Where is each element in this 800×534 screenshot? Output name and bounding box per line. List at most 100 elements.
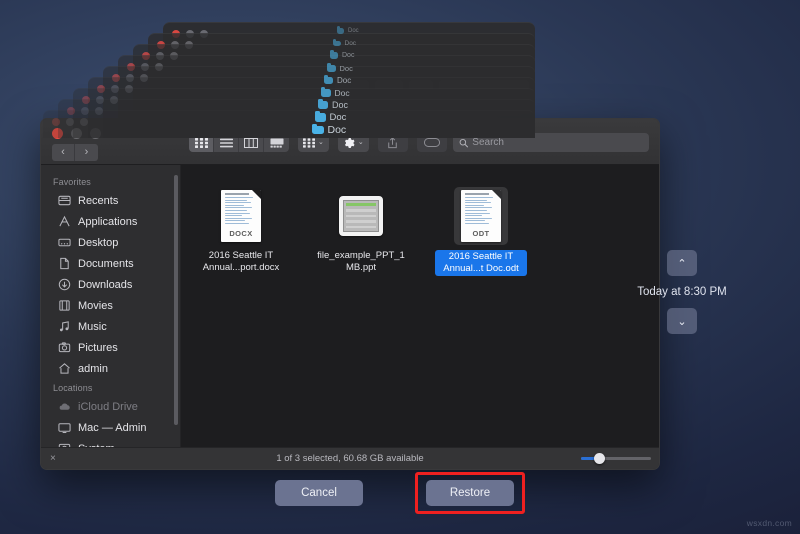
file-thumbnail[interactable] xyxy=(334,187,388,245)
sidebar-item-mac-admin[interactable]: Mac — Admin xyxy=(41,417,180,438)
forward-button[interactable]: › xyxy=(75,144,98,161)
stacked-window-folder-title: Doc xyxy=(337,26,359,34)
stacked-window-traffic-lights xyxy=(52,118,88,126)
sidebar-item-label: Downloads xyxy=(78,278,133,291)
watermark: wsxdn.com xyxy=(746,518,792,528)
sidebar-item-label: Pictures xyxy=(78,341,118,354)
slider-knob[interactable] xyxy=(594,453,605,464)
share-icon xyxy=(388,136,398,148)
file-icon-grid: DOCX 2016 Seattle IT Annual...port.docx fi… xyxy=(195,187,659,276)
sidebar-item-label: Desktop xyxy=(78,236,119,249)
timeline-previous-button[interactable]: ⌃ xyxy=(667,250,697,276)
sidebar-item-label: Recents xyxy=(78,194,119,207)
stacked-window-folder-title: Doc xyxy=(315,111,347,123)
file-item[interactable]: DOCX 2016 Seattle IT Annual...port.docx xyxy=(195,187,287,276)
stacked-window-folder-title: Doc xyxy=(333,38,357,47)
file-thumbnail[interactable]: ODT xyxy=(454,187,508,245)
downloads-icon xyxy=(57,278,71,292)
folder-icon xyxy=(315,111,326,122)
sidebar-item-label: Applications xyxy=(78,215,138,228)
file-browser-content[interactable]: DOCX 2016 Seattle IT Annual...port.docx fi… xyxy=(181,165,659,447)
sidebar-item-admin[interactable]: admin xyxy=(41,358,180,379)
tag-icon xyxy=(423,138,440,147)
back-button[interactable]: ‹ xyxy=(52,144,75,161)
folder-icon xyxy=(337,26,344,34)
stacked-window-folder-title: Doc xyxy=(324,74,352,85)
restore-button[interactable]: Restore xyxy=(426,480,514,506)
file-format-badge: DOCX xyxy=(229,229,253,238)
movies-icon xyxy=(57,299,71,313)
cloud-icon xyxy=(57,400,71,414)
folder-icon xyxy=(333,38,341,47)
sidebar-item-label: admin xyxy=(78,362,108,375)
sidebar-item-applications[interactable]: Applications xyxy=(41,211,180,232)
sidebar-item-movies[interactable]: Movies xyxy=(41,295,180,316)
finder-body: Favorites Recents Applications Desktop Docum… xyxy=(41,165,659,447)
action-footer: Cancel Restore xyxy=(0,472,800,514)
search-input[interactable] xyxy=(472,137,643,148)
finder-sidebar: Favorites Recents Applications Desktop Docum… xyxy=(41,165,181,447)
folder-icon xyxy=(318,99,328,109)
sidebar-item-label: Mac — Admin xyxy=(78,421,147,434)
sidebar-scrollbar[interactable] xyxy=(174,175,178,425)
sidebar-item-pictures[interactable]: Pictures xyxy=(41,337,180,358)
pictures-icon xyxy=(57,341,71,355)
time-machine-stacked-window[interactable] xyxy=(43,110,535,138)
timeline-date-label: Today at 8:30 PM xyxy=(637,286,727,298)
word-file-icon: DOCX xyxy=(221,190,261,242)
sidebar-item-label: Movies xyxy=(78,299,113,312)
music-icon xyxy=(57,320,71,334)
finder-status-bar: × 1 of 3 selected, 60.68 GB available xyxy=(41,447,659,469)
chevron-down-icon: ⌄ xyxy=(357,139,364,146)
restore-button-highlight: Restore xyxy=(415,472,525,514)
sidebar-item-desktop[interactable]: Desktop xyxy=(41,232,180,253)
folder-icon xyxy=(330,50,338,59)
folder-title-text: Doc xyxy=(348,28,359,34)
icon-size-slider[interactable] xyxy=(581,453,651,464)
search-icon xyxy=(459,138,469,147)
navigation-buttons[interactable]: ‹ › xyxy=(52,144,98,161)
sidebar-item-label: Documents xyxy=(78,257,134,270)
stacked-window-folder-title: Doc xyxy=(330,50,355,59)
file-format-badge: ODT xyxy=(472,229,490,238)
chevron-down-icon: ⌄ xyxy=(318,139,324,146)
folder-title-text: Doc xyxy=(339,64,353,73)
folder-icon xyxy=(327,63,336,72)
time-machine-timeline-controls: ⌃ Today at 8:30 PM ⌄ xyxy=(622,250,742,334)
folder-title-text: Doc xyxy=(329,112,347,123)
sidebar-item-system[interactable]: System xyxy=(41,438,180,447)
file-item[interactable]: file_example_PPT_1MB.ppt xyxy=(315,187,407,276)
sidebar-item-label: Music xyxy=(78,320,107,333)
sidebar-item-label: iCloud Drive xyxy=(78,400,138,413)
folder-title-text: Doc xyxy=(344,40,357,47)
sidebar-item-downloads[interactable]: Downloads xyxy=(41,274,180,295)
sidebar-section-heading: Favorites xyxy=(53,177,91,187)
folder-title-text: Doc xyxy=(327,124,347,136)
opendocument-file-icon: ODT xyxy=(461,190,501,242)
stacked-window-folder-title: Doc xyxy=(321,87,350,98)
folder-title-text: Doc xyxy=(337,76,352,85)
file-thumbnail[interactable]: DOCX xyxy=(214,187,268,245)
cancel-button[interactable]: Cancel xyxy=(275,480,363,506)
timeline-next-button[interactable]: ⌄ xyxy=(667,308,697,334)
documents-icon xyxy=(57,257,71,271)
display-icon xyxy=(57,421,71,435)
sidebar-item-recents[interactable]: Recents xyxy=(41,190,180,211)
sidebar-item-icloud-drive[interactable]: iCloud Drive xyxy=(41,396,180,417)
home-icon xyxy=(57,362,71,376)
file-item[interactable]: ODT 2016 Seattle IT Annual...t Doc.odt xyxy=(435,187,527,276)
file-name-label: 2016 Seattle IT Annual...port.docx xyxy=(202,250,280,273)
stacked-window-folder-title: Doc xyxy=(327,63,353,73)
folder-title-text: Doc xyxy=(342,52,355,59)
stacked-window-folder-title: Doc xyxy=(318,99,348,110)
close-path-bar-icon[interactable]: × xyxy=(50,453,56,464)
sidebar-item-music[interactable]: Music xyxy=(41,316,180,337)
file-name-label: 2016 Seattle IT Annual...t Doc.odt xyxy=(435,250,527,276)
clock-recents-icon xyxy=(57,194,71,208)
desktop-background: DocDocDocDocDocDocDocDocDoc ‹ › xyxy=(0,0,800,534)
folder-title-text: Doc xyxy=(334,88,350,98)
folder-icon xyxy=(312,123,324,135)
sidebar-item-documents[interactable]: Documents xyxy=(41,253,180,274)
folder-icon xyxy=(324,74,333,84)
status-text: 1 of 3 selected, 60.68 GB available xyxy=(276,453,424,464)
